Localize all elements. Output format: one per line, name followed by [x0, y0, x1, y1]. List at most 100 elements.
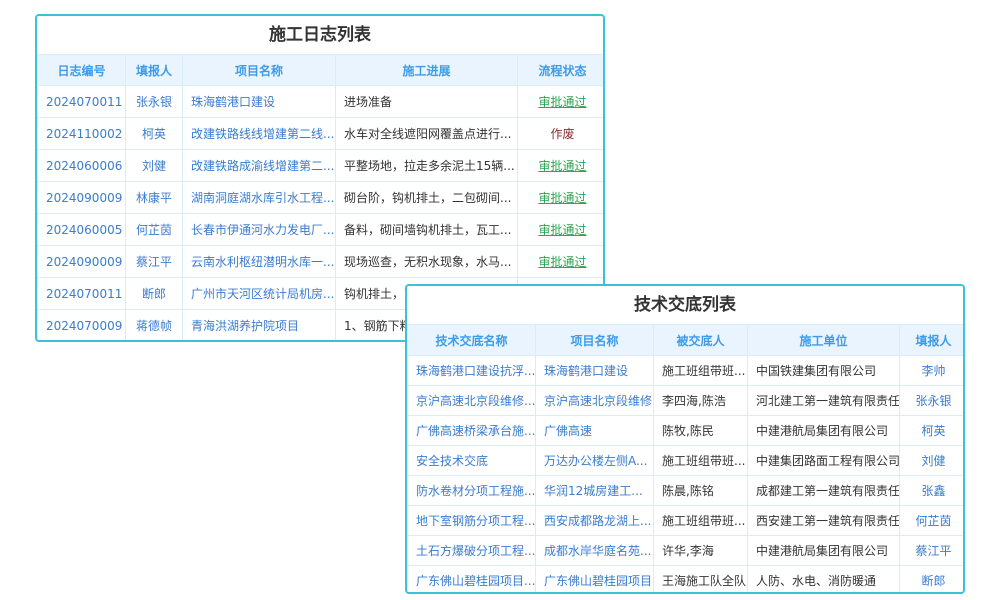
filler-name-link[interactable]: 蔡江平	[900, 536, 966, 566]
status-link[interactable]: 作废	[518, 118, 606, 150]
filler-name-link[interactable]: 断郎	[900, 566, 966, 595]
filler-name-link[interactable]: 柯英	[126, 118, 183, 150]
status-link[interactable]: 审批通过	[518, 150, 606, 182]
project-name-link[interactable]: 京沪高速北京段维修	[536, 386, 654, 416]
filler-name-link[interactable]: 柯英	[900, 416, 966, 446]
receiver-cell: 陈晨,陈铭	[654, 476, 748, 506]
construction-unit-cell: 河北建工第一建筑有限责任公司	[748, 386, 900, 416]
progress-cell: 砌台阶，钩机排土，二包砌间...	[336, 182, 518, 214]
log-id-link[interactable]: 2024070009	[38, 310, 126, 342]
project-name-link[interactable]: 广佛高速	[536, 416, 654, 446]
construction-unit-cell: 成都建工第一建筑有限责任公司	[748, 476, 900, 506]
log-column-header: 施工进展	[336, 55, 518, 86]
disclosure-table-row: 安全技术交底万达办公楼左侧A...施工班组带班...中建集团路面工程有限公司刘健	[408, 446, 966, 476]
project-name-link[interactable]: 成都水岸华庭名苑...	[536, 536, 654, 566]
log-table-row: 2024060006刘健改建铁路成渝线增建第二...平整场地，拉走多余泥土15辆…	[38, 150, 606, 182]
disclosure-table-row: 广东佛山碧桂园项目...广东佛山碧桂园项目王海施工队全队人防、水电、消防暖通断郎	[408, 566, 966, 595]
filler-name-link[interactable]: 何芷茵	[126, 214, 183, 246]
disclosure-column-header: 被交底人	[654, 325, 748, 356]
disclosure-name-link[interactable]: 珠海鹤港口建设抗浮...	[408, 356, 536, 386]
disclosure-column-header: 项目名称	[536, 325, 654, 356]
receiver-cell: 施工班组带班...	[654, 356, 748, 386]
filler-name-link[interactable]: 张鑫	[900, 476, 966, 506]
status-link[interactable]: 审批通过	[518, 214, 606, 246]
progress-cell: 备料，砌间墙钩机排土，瓦工...	[336, 214, 518, 246]
project-name-link[interactable]: 华润12城房建工...	[536, 476, 654, 506]
filler-name-link[interactable]: 林康平	[126, 182, 183, 214]
disclosure-table-row: 地下室钢筋分项工程...西安成都路龙湖上...施工班组带班...西安建工第一建筑…	[408, 506, 966, 536]
project-name-link[interactable]: 西安成都路龙湖上...	[536, 506, 654, 536]
log-table-row: 2024090009林康平湖南洞庭湖水库引水工程...砌台阶，钩机排土，二包砌间…	[38, 182, 606, 214]
construction-log-title: 施工日志列表	[37, 16, 603, 54]
project-name-link[interactable]: 珠海鹤港口建设	[183, 86, 336, 118]
project-name-link[interactable]: 改建铁路成渝线增建第二...	[183, 150, 336, 182]
tech-disclosure-body: 珠海鹤港口建设抗浮...珠海鹤港口建设施工班组带班...中国铁建集团有限公司李帅…	[408, 356, 966, 595]
project-name-link[interactable]: 广州市天河区统计局机房...	[183, 278, 336, 310]
disclosure-table-row: 防水卷材分项工程施...华润12城房建工...陈晨,陈铭成都建工第一建筑有限责任…	[408, 476, 966, 506]
filler-name-link[interactable]: 蔡江平	[126, 246, 183, 278]
filler-name-link[interactable]: 刘健	[126, 150, 183, 182]
progress-cell: 进场准备	[336, 86, 518, 118]
construction-log-header-row: 日志编号填报人项目名称施工进展流程状态	[38, 55, 606, 86]
project-name-link[interactable]: 青海洪湖养护院项目	[183, 310, 336, 342]
receiver-cell: 王海施工队全队	[654, 566, 748, 595]
log-id-link[interactable]: 2024060006	[38, 150, 126, 182]
progress-cell: 现场巡查，无积水现象，水马...	[336, 246, 518, 278]
disclosure-column-header: 技术交底名称	[408, 325, 536, 356]
receiver-cell: 许华,李海	[654, 536, 748, 566]
log-table-row: 2024060005何芷茵长春市伊通河水力发电厂...备料，砌间墙钩机排土，瓦工…	[38, 214, 606, 246]
filler-name-link[interactable]: 刘健	[900, 446, 966, 476]
status-link[interactable]: 审批通过	[518, 182, 606, 214]
construction-unit-cell: 西安建工第一建筑有限责任公司	[748, 506, 900, 536]
receiver-cell: 施工班组带班...	[654, 446, 748, 476]
log-column-header: 流程状态	[518, 55, 606, 86]
disclosure-name-link[interactable]: 防水卷材分项工程施...	[408, 476, 536, 506]
filler-name-link[interactable]: 张永银	[900, 386, 966, 416]
receiver-cell: 陈牧,陈民	[654, 416, 748, 446]
log-id-link[interactable]: 2024060005	[38, 214, 126, 246]
log-id-link[interactable]: 2024090009	[38, 246, 126, 278]
disclosure-name-link[interactable]: 地下室钢筋分项工程...	[408, 506, 536, 536]
status-link[interactable]: 审批通过	[518, 86, 606, 118]
project-name-link[interactable]: 珠海鹤港口建设	[536, 356, 654, 386]
log-id-link[interactable]: 2024070011	[38, 86, 126, 118]
disclosure-name-link[interactable]: 土石方爆破分项工程...	[408, 536, 536, 566]
construction-unit-cell: 中建港航局集团有限公司	[748, 416, 900, 446]
project-name-link[interactable]: 广东佛山碧桂园项目	[536, 566, 654, 595]
project-name-link[interactable]: 湖南洞庭湖水库引水工程...	[183, 182, 336, 214]
disclosure-name-link[interactable]: 京沪高速北京段维修...	[408, 386, 536, 416]
tech-disclosure-panel: 技术交底列表 技术交底名称项目名称被交底人施工单位填报人 珠海鹤港口建设抗浮..…	[405, 284, 965, 594]
log-column-header: 日志编号	[38, 55, 126, 86]
log-id-link[interactable]: 2024070011	[38, 278, 126, 310]
disclosure-table-row: 广佛高速桥梁承台施...广佛高速陈牧,陈民中建港航局集团有限公司柯英	[408, 416, 966, 446]
construction-unit-cell: 中建港航局集团有限公司	[748, 536, 900, 566]
project-name-link[interactable]: 万达办公楼左侧A...	[536, 446, 654, 476]
project-name-link[interactable]: 长春市伊通河水力发电厂...	[183, 214, 336, 246]
construction-unit-cell: 人防、水电、消防暖通	[748, 566, 900, 595]
project-name-link[interactable]: 云南水利枢纽潜明水库一...	[183, 246, 336, 278]
filler-name-link[interactable]: 张永银	[126, 86, 183, 118]
filler-name-link[interactable]: 断郎	[126, 278, 183, 310]
disclosure-column-header: 施工单位	[748, 325, 900, 356]
filler-name-link[interactable]: 蒋德帧	[126, 310, 183, 342]
receiver-cell: 李四海,陈浩	[654, 386, 748, 416]
disclosure-name-link[interactable]: 广东佛山碧桂园项目...	[408, 566, 536, 595]
filler-name-link[interactable]: 李帅	[900, 356, 966, 386]
status-link[interactable]: 审批通过	[518, 246, 606, 278]
disclosure-column-header: 填报人	[900, 325, 966, 356]
disclosure-name-link[interactable]: 安全技术交底	[408, 446, 536, 476]
disclosure-table-row: 土石方爆破分项工程...成都水岸华庭名苑...许华,李海中建港航局集团有限公司蔡…	[408, 536, 966, 566]
project-name-link[interactable]: 改建铁路线线增建第二线...	[183, 118, 336, 150]
log-column-header: 项目名称	[183, 55, 336, 86]
filler-name-link[interactable]: 何芷茵	[900, 506, 966, 536]
disclosure-name-link[interactable]: 广佛高速桥梁承台施...	[408, 416, 536, 446]
progress-cell: 水车对全线遮阳网覆盖点进行...	[336, 118, 518, 150]
tech-disclosure-title: 技术交底列表	[407, 286, 963, 324]
tech-disclosure-header-row: 技术交底名称项目名称被交底人施工单位填报人	[408, 325, 966, 356]
log-table-row: 2024070011张永银珠海鹤港口建设进场准备审批通过	[38, 86, 606, 118]
construction-unit-cell: 中建集团路面工程有限公司	[748, 446, 900, 476]
log-table-row: 2024090009蔡江平云南水利枢纽潜明水库一...现场巡查，无积水现象，水马…	[38, 246, 606, 278]
log-id-link[interactable]: 2024110002	[38, 118, 126, 150]
log-id-link[interactable]: 2024090009	[38, 182, 126, 214]
receiver-cell: 施工班组带班...	[654, 506, 748, 536]
